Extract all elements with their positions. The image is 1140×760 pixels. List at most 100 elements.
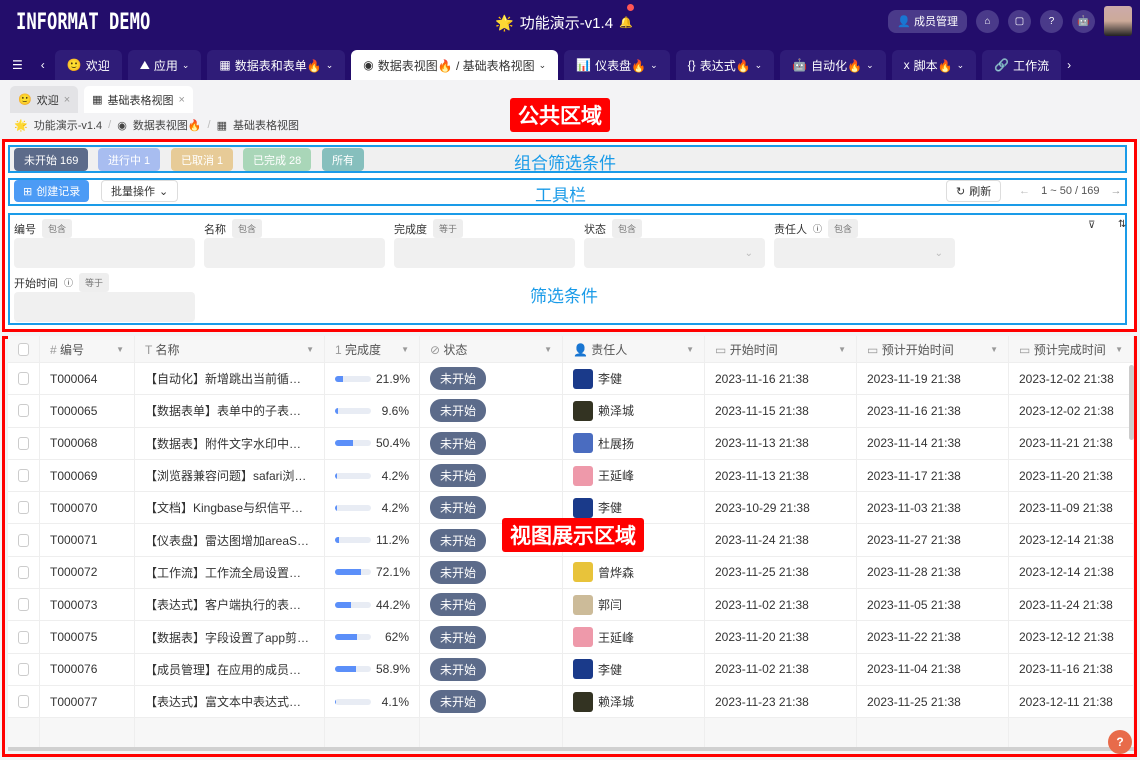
row-checkbox[interactable] <box>18 437 29 450</box>
row-checkbox[interactable] <box>18 663 29 676</box>
table-row[interactable]: T000077 【表达式】富文本中表达式… 4.1% 未开始 赖泽城 2023-… <box>8 686 1134 718</box>
filter-input[interactable] <box>204 238 385 268</box>
caret-down-icon[interactable]: ▼ <box>306 345 314 354</box>
refresh-button[interactable]: ↻刷新 <box>946 180 1001 202</box>
combo-filter-chip[interactable]: 进行中 1 <box>98 148 160 171</box>
combo-filter-chip[interactable]: 所有 <box>322 148 364 171</box>
nav-item[interactable]: x脚本🔥⌄ <box>892 50 977 80</box>
nav-item[interactable]: ◉数据表视图🔥 / 基础表格视图⌄ <box>351 50 558 80</box>
help-button[interactable]: ? <box>1108 730 1132 754</box>
sort-icon[interactable]: ⇅ <box>1118 219 1126 230</box>
nav-item[interactable]: ▦数据表和表单🔥⌄ <box>207 50 345 80</box>
message-icon[interactable]: ▢ <box>1008 10 1031 33</box>
nav-label: 数据表和表单🔥 <box>235 57 322 74</box>
table-icon: ▦ <box>92 93 102 106</box>
batch-operation-button[interactable]: 批量操作⌄ <box>101 180 178 202</box>
next-page-icon[interactable]: → <box>1111 185 1122 197</box>
caret-down-icon[interactable]: ▼ <box>116 345 124 354</box>
combo-filter-chip[interactable]: 未开始 169 <box>14 148 88 171</box>
bell-icon[interactable]: 🔔 <box>619 16 633 29</box>
row-checkbox[interactable] <box>18 501 29 514</box>
combo-filter-chip[interactable]: 已取消 1 <box>171 148 233 171</box>
nav-item[interactable]: 🤖自动化🔥⌄ <box>780 50 885 80</box>
breadcrumb-item[interactable]: 数据表视图🔥 <box>133 117 202 133</box>
filter-input[interactable] <box>394 238 575 268</box>
progress-text: 72.1% <box>376 565 410 579</box>
nav-item[interactable]: 📊仪表盘🔥⌄ <box>564 50 669 80</box>
filter-input[interactable]: ⌄ <box>774 238 955 268</box>
close-icon[interactable]: × <box>64 94 70 106</box>
help-icon[interactable]: ? <box>1040 10 1063 33</box>
caret-down-icon[interactable]: ▼ <box>990 345 998 354</box>
filter-operator[interactable]: 包含 <box>232 219 262 238</box>
id-cell: T000069 <box>40 460 135 491</box>
row-checkbox[interactable] <box>18 695 29 708</box>
select-all-checkbox[interactable] <box>18 343 29 356</box>
batch-label: 批量操作 <box>111 183 155 199</box>
row-checkbox[interactable] <box>18 598 29 611</box>
create-record-button[interactable]: ⊞创建记录 <box>14 180 89 202</box>
chevron-left-icon[interactable]: ‹ <box>41 58 45 72</box>
column-header[interactable]: ▭ 预计开始时间▼ <box>857 336 1009 362</box>
filter-operator[interactable]: 等于 <box>433 219 463 238</box>
row-checkbox[interactable] <box>18 566 29 579</box>
user-avatar[interactable] <box>1104 6 1132 36</box>
caret-down-icon[interactable]: ▼ <box>544 345 552 354</box>
member-management-button[interactable]: 👤 成员管理 <box>888 10 967 33</box>
home-icon[interactable]: ⌂ <box>976 10 999 33</box>
column-header[interactable]: ⊘ 状态▼ <box>420 336 563 362</box>
table-row[interactable]: T000075 【数据表】字段设置了app剪… 62% 未开始 王延峰 2023… <box>8 621 1134 653</box>
column-header[interactable]: 👤 责任人▼ <box>563 336 705 362</box>
column-header[interactable]: # 编号▼ <box>40 336 135 362</box>
row-checkbox[interactable] <box>18 534 29 547</box>
table-row[interactable]: T000064 【自动化】新增跳出当前循… 21.9% 未开始 李健 2023-… <box>8 363 1134 395</box>
nav-item[interactable]: 🔗工作流 <box>982 50 1061 80</box>
caret-down-icon[interactable]: ▼ <box>686 345 694 354</box>
filter-input[interactable] <box>14 238 195 268</box>
table-row[interactable]: T000076 【成员管理】在应用的成员… 58.9% 未开始 李健 2023-… <box>8 654 1134 686</box>
table-row[interactable]: T000068 【数据表】附件文字水印中… 50.4% 未开始 杜展扬 2023… <box>8 428 1134 460</box>
start-time-cell: 2023-11-15 21:38 <box>705 395 857 426</box>
column-header[interactable]: ▭ 预计完成时间▼ <box>1009 336 1134 362</box>
column-header[interactable]: T 名称▼ <box>135 336 325 362</box>
row-checkbox[interactable] <box>18 631 29 644</box>
table-row[interactable]: T000069 【浏览器兼容问题】safari浏… 4.2% 未开始 王延峰 2… <box>8 460 1134 492</box>
app-title[interactable]: 🌟功能演示-v1.4🔔 <box>495 12 633 33</box>
filter-name: 状态 <box>584 221 606 237</box>
horizontal-scrollbar[interactable] <box>8 747 1134 751</box>
table-row[interactable]: T000072 【工作流】工作流全局设置… 72.1% 未开始 曾烨森 2023… <box>8 557 1134 589</box>
nav-icon: ⛰ <box>140 58 150 73</box>
prev-page-icon[interactable]: ← <box>1019 185 1030 197</box>
caret-down-icon[interactable]: ▼ <box>838 345 846 354</box>
filter-clear-icon[interactable]: ⊽ <box>1088 220 1095 231</box>
row-checkbox[interactable] <box>18 404 29 417</box>
row-checkbox[interactable] <box>18 372 29 385</box>
checkbox-cell <box>8 524 40 555</box>
filter-input[interactable] <box>14 292 195 322</box>
nav-item[interactable]: ⛰应用⌄ <box>128 50 202 80</box>
caret-down-icon[interactable]: ▼ <box>1115 345 1123 354</box>
combo-filter-chip[interactable]: 已完成 28 <box>243 148 311 171</box>
page-tab-table-view[interactable]: ▦基础表格视图× <box>84 86 193 113</box>
close-icon[interactable]: × <box>179 94 185 106</box>
column-header[interactable]: ▭ 开始时间▼ <box>705 336 857 362</box>
vertical-scrollbar[interactable] <box>1129 365 1134 440</box>
filter-operator[interactable]: 包含 <box>828 219 858 238</box>
row-checkbox[interactable] <box>18 469 29 482</box>
table-row[interactable]: T000073 【表达式】客户端执行的表… 44.2% 未开始 郭闫 2023-… <box>8 589 1134 621</box>
column-header[interactable]: 1 完成度▼ <box>325 336 420 362</box>
menu-icon[interactable]: ☰ <box>12 58 23 72</box>
robot-icon[interactable]: 🤖 <box>1072 10 1095 33</box>
nav-item[interactable]: {}表达式🔥⌄ <box>676 50 775 80</box>
filter-operator[interactable]: 包含 <box>42 219 72 238</box>
column-title: 完成度 <box>345 343 381 357</box>
filter-operator[interactable]: 包含 <box>612 219 642 238</box>
filter-operator[interactable]: 等于 <box>79 273 109 292</box>
filter-input[interactable]: ⌄ <box>584 238 765 268</box>
nav-item[interactable]: 🙂欢迎 <box>55 50 122 80</box>
page-tab-welcome[interactable]: 🙂欢迎× <box>10 86 78 113</box>
table-row[interactable]: T000065 【数据表单】表单中的子表… 9.6% 未开始 赖泽城 2023-… <box>8 395 1134 427</box>
breadcrumb-item[interactable]: 功能演示-v1.4 <box>34 117 102 133</box>
chevron-right-icon[interactable]: › <box>1067 50 1071 80</box>
caret-down-icon[interactable]: ▼ <box>401 345 409 354</box>
